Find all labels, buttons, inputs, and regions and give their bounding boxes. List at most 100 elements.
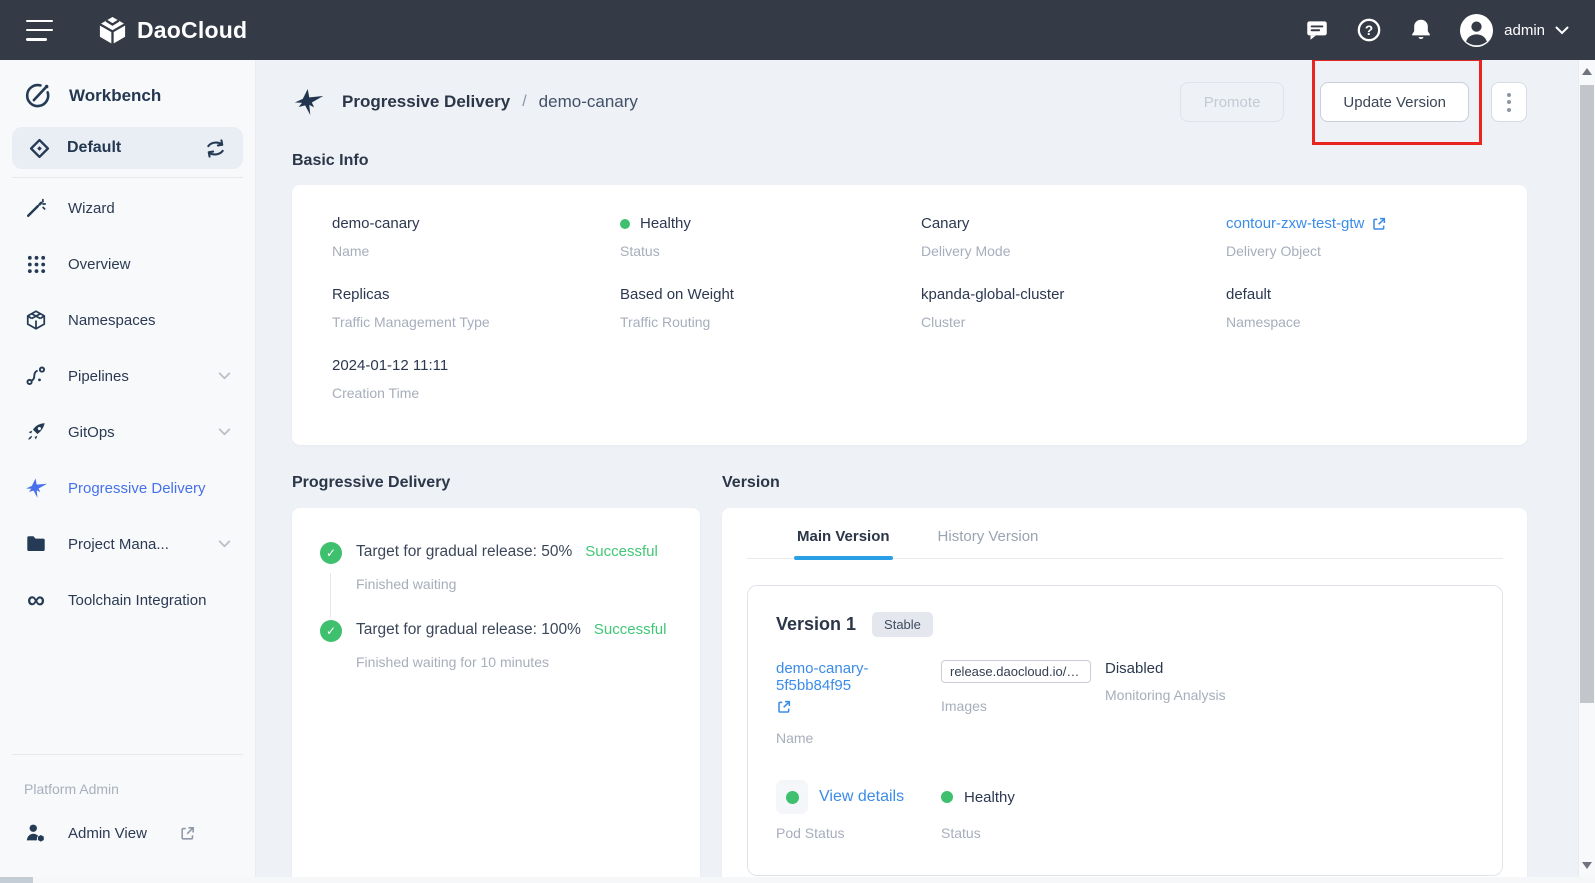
sidebar-item-overview[interactable]: Overview [0,236,255,292]
sidebar-item-label: Project Mana... [68,536,169,553]
delivery-object-link[interactable]: contour-zxw-test-gtw [1226,215,1387,232]
update-version-wrapper: Update Version [1320,82,1469,122]
sidebar-header-workbench[interactable]: Workbench [0,60,255,127]
main-content: Progressive Delivery / demo-canary Promo… [256,60,1595,877]
status-dot [620,219,630,229]
user-menu[interactable]: admin [1459,13,1569,48]
daocloud-logo-icon [97,15,128,46]
scroll-up-arrow[interactable] [1582,68,1592,75]
sidebar: Workbench Default Wizard [0,60,256,883]
field-value: demo-canary [332,215,420,232]
vertical-scrollbar-thumb[interactable] [1580,85,1594,703]
sidebar-item-project-management[interactable]: Project Mana... [0,516,255,572]
vertical-scrollbar[interactable] [1578,60,1595,877]
tab-history-version[interactable]: History Version [938,528,1039,545]
version-1-title: Version 1 [776,614,856,635]
breadcrumb-root[interactable]: Progressive Delivery [342,92,510,112]
sidebar-item-label: Admin View [68,825,147,842]
horizontal-scrollbar[interactable] [0,877,1595,883]
field-version-status: Healthy Status [941,779,1474,841]
switch-workspace-icon[interactable] [204,137,227,160]
sidebar-item-progressive-delivery[interactable]: Progressive Delivery [0,460,255,516]
sidebar-item-namespaces[interactable]: Namespaces [0,292,255,348]
field-value: Replicas [332,286,390,303]
field-value: Healthy [640,215,691,232]
grid-dots-icon [24,254,48,275]
field-label: Status [620,243,921,259]
progressive-delivery-section: Progressive Delivery Target for gradual … [292,474,700,877]
infinity-icon [24,591,48,609]
version-status-row: View details Pod Status Healthy [776,779,1474,841]
field-value: Disabled [1105,660,1474,677]
field-label: Name [332,243,620,259]
field-label: Name [776,730,941,746]
sidebar-item-label: GitOps [68,424,115,441]
horizontal-scrollbar-thumb[interactable] [0,877,33,883]
step-detail: Finished waiting [356,576,672,592]
feedback-chat-icon[interactable] [1303,17,1330,44]
more-actions-kebab-button[interactable] [1491,82,1527,122]
sidebar-footer: Platform Admin Admin View [0,746,255,883]
chevron-down-icon [218,372,231,380]
notifications-bell-icon[interactable] [1407,17,1434,44]
field-label: Traffic Management Type [332,314,620,330]
tab-main-version[interactable]: Main Version [797,528,890,545]
step-detail: Finished waiting for 10 minutes [356,654,672,670]
update-version-button[interactable]: Update Version [1320,82,1469,122]
external-link-icon[interactable] [1371,216,1387,232]
page-header: Progressive Delivery / demo-canary Promo… [292,80,1527,124]
field-delivery-object: contour-zxw-test-gtw Delivery Object [1226,215,1497,259]
field-status: Healthy Status [620,215,921,259]
view-details-link[interactable]: View details [819,788,904,806]
hamburger-menu-icon[interactable] [26,20,53,41]
field-cluster: kpanda-global-cluster Cluster [921,286,1226,330]
sidebar-item-pipelines[interactable]: Pipelines [0,348,255,404]
workspace-selector[interactable]: Default [12,127,243,169]
step-status: Successful [585,543,658,560]
field-namespace: default Namespace [1226,286,1497,330]
field-traffic-routing: Based on Weight Traffic Routing [620,286,921,330]
sidebar-nav: Wizard Overview Namespaces [0,178,255,628]
version-fields-row: demo-canary-5f5bb84f95 Name release.daoc… [776,660,1474,746]
timeline-step: Target for gradual release: 50% Successf… [320,543,672,621]
sidebar-item-admin-view[interactable]: Admin View [0,805,255,861]
workspace-name: Default [67,139,121,157]
field-label: Images [941,698,1105,714]
chevron-down-icon[interactable] [1555,26,1569,35]
check-circle-icon [320,542,342,564]
version-name-link[interactable]: demo-canary-5f5bb84f95 [776,660,941,694]
sidebar-item-label: Progressive Delivery [68,480,206,497]
field-label: Creation Time [332,385,620,401]
sidebar-item-toolchain-integration[interactable]: Toolchain Integration [0,572,255,628]
scroll-down-arrow[interactable] [1582,862,1592,869]
version-1-card: Version 1 Stable demo-canary-5f5bb84f95 … [747,585,1503,876]
help-icon[interactable]: ? [1355,17,1382,44]
app-window: DaoCloud ? admin [0,0,1595,883]
top-navbar: DaoCloud ? admin [0,0,1595,60]
field-value: Canary [921,215,969,232]
field-monitoring-analysis: Disabled Monitoring Analysis [1105,660,1474,746]
field-value: demo-canary-5f5bb84f95 [776,660,941,694]
version-section: Version Main Version History Version Ver… [722,474,1527,877]
sidebar-item-label: Wizard [68,200,115,217]
field-delivery-mode: Canary Delivery Mode [921,215,1226,259]
check-circle-icon [320,620,342,642]
pod-status-dot [786,791,799,804]
field-value: kpanda-global-cluster [921,286,1064,303]
progressive-delivery-card: Target for gradual release: 50% Successf… [292,508,700,877]
sidebar-item-wizard[interactable]: Wizard [0,180,255,236]
bird-icon [24,477,48,500]
field-label: Cluster [921,314,1226,330]
chevron-down-icon [218,540,231,548]
pod-status-chip[interactable] [776,780,808,814]
svg-text:?: ? [1365,23,1373,38]
field-value: contour-zxw-test-gtw [1226,215,1364,232]
cube-icon [24,309,48,331]
workbench-label: Workbench [69,86,161,106]
promote-button[interactable]: Promote [1180,82,1285,122]
external-link-icon[interactable] [776,699,941,720]
sidebar-item-gitops[interactable]: GitOps [0,404,255,460]
avatar[interactable] [1459,13,1494,48]
image-chip: release.daocloud.io/skoala... [941,660,1091,683]
step-status: Successful [594,621,667,638]
